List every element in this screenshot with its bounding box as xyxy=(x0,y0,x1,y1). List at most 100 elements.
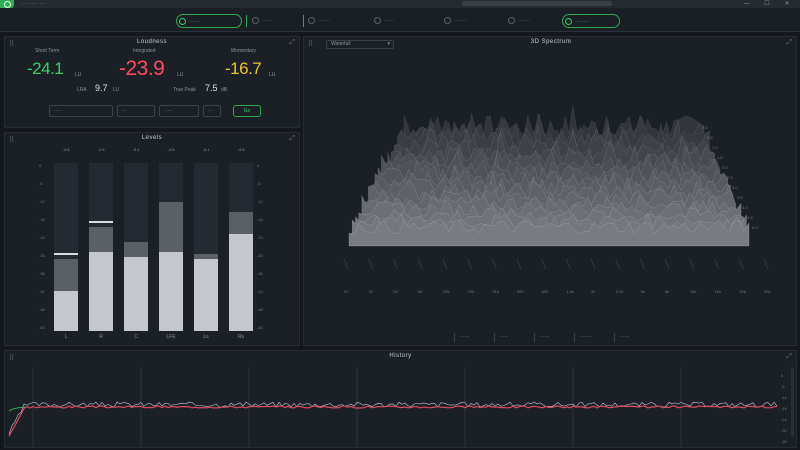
truepeak-value: 7.5 xyxy=(205,83,218,93)
level-meter-c xyxy=(124,163,148,331)
title-search-field[interactable] xyxy=(462,1,612,6)
close-button[interactable]: ✕ xyxy=(780,0,794,8)
power-icon xyxy=(565,18,572,25)
meter-top-readout: -4.8 xyxy=(237,147,245,152)
freq-gridline xyxy=(640,258,645,270)
momentary-label: Momentary xyxy=(231,48,257,54)
scale-tick-left: -36 xyxy=(39,271,45,276)
depth-tick-label: 2.0 xyxy=(722,165,728,170)
levels-title: Levels xyxy=(141,135,163,141)
history-y-tick: -24 xyxy=(781,417,788,422)
momentary-value: -16.7 xyxy=(225,59,262,78)
loudness-panel: ⠿ Loudness ⤢ Short Term -24.1 LU Integra… xyxy=(4,36,300,128)
lra-value: 9.7 xyxy=(95,83,108,93)
freq-gridline xyxy=(492,258,497,270)
meter-level-segment xyxy=(124,257,148,331)
scale-tick-left: 0 xyxy=(39,163,42,168)
spectrum-view-tab[interactable]: ······ xyxy=(574,333,597,342)
depth-tick-label: 4.0 xyxy=(742,205,748,210)
depth-tick-label: 3.0 xyxy=(732,185,738,190)
freq-gridline xyxy=(714,258,719,270)
scale-tick-right: -18 xyxy=(257,217,263,222)
spectrum-view-tab[interactable]: ···· xyxy=(494,333,514,342)
maximize-button[interactable]: ☐ xyxy=(760,0,774,8)
tab-divider xyxy=(246,15,247,27)
app-name: ···· ···· ··· xyxy=(20,1,46,7)
save-icon xyxy=(508,17,515,24)
spectrum-view-tab[interactable]: ····· xyxy=(614,333,635,342)
tab-power[interactable]: ······· xyxy=(562,14,620,28)
integrated-label: Integrated xyxy=(133,48,156,54)
freq-tick-label: 16k xyxy=(715,289,721,294)
spectrum-view-tab[interactable]: ····· xyxy=(534,333,555,342)
expand-icon[interactable]: ⤢ xyxy=(289,39,295,47)
scale-tick-left: -6 xyxy=(39,181,43,186)
tab-levels[interactable]: ····· xyxy=(250,14,302,28)
gauge-icon xyxy=(179,18,186,25)
freq-gridline xyxy=(615,258,620,270)
meter-channel-label: Rs xyxy=(237,334,245,340)
freq-gridline xyxy=(417,258,423,270)
spectrum-view-tab[interactable]: ····· xyxy=(454,333,475,342)
depth-tick-label: 1.5 xyxy=(717,155,723,160)
integrated-value: -23.9 xyxy=(119,57,165,80)
freq-gridline xyxy=(467,258,472,270)
meter-channel-label: R xyxy=(99,334,103,340)
freq-tick-label: 200 xyxy=(468,289,475,294)
window-select[interactable]: ····· xyxy=(159,105,199,117)
freq-gridline xyxy=(516,258,522,270)
scale-tick-right: -36 xyxy=(257,271,263,276)
freq-gridline xyxy=(368,258,373,270)
scale-tick-right: -42 xyxy=(257,289,263,294)
integrated-unit: LU xyxy=(177,72,184,78)
meter-top-readout: -4.9 xyxy=(97,147,105,152)
short-term-unit: LU xyxy=(75,72,82,78)
freq-gridline xyxy=(689,258,695,270)
mode-select[interactable]: ··· xyxy=(117,105,155,117)
lra-label: LRA xyxy=(77,87,87,93)
history-graph[interactable]: 0 -6 -12 -18 -24 -30 -36 xyxy=(5,351,798,449)
depth-tick-label: 2.5 xyxy=(727,175,733,180)
freq-tick-label: 8k xyxy=(665,289,669,294)
extra-select[interactable]: ··· xyxy=(203,105,221,117)
scale-tick-right: -48 xyxy=(257,307,263,312)
scale-tick-right: -24 xyxy=(257,235,263,240)
freq-tick-label: 125 xyxy=(443,289,450,294)
history-scrollbar[interactable] xyxy=(791,367,794,437)
level-meter-rs xyxy=(229,163,253,331)
levels-panel: ⠿ Levels ⤢ 0 0 -6 -6 -12 -12 -18 -18 -24 -24 -30 -3… xyxy=(4,132,300,346)
spectrum-waterfall-plot[interactable]: 20 31 50 80 125 200 315 500 800 1.2k 2k 3.1k 5k 8k 12k… xyxy=(304,37,798,347)
toolbar: ······ ····· ······ ····· ······· ······… xyxy=(0,8,800,32)
app-logo-icon xyxy=(0,0,14,8)
depth-tick-label: 3.5 xyxy=(737,195,743,200)
spectrum-icon xyxy=(308,17,315,24)
meter-peak-marker xyxy=(54,253,78,256)
truepeak-unit: dB xyxy=(221,87,228,93)
target-select[interactable]: ····· xyxy=(49,105,113,117)
tab-loudness[interactable]: ······ xyxy=(176,14,242,28)
freq-tick-label: 22k xyxy=(764,289,770,294)
level-meter-ls xyxy=(194,163,218,331)
history-y-tick: -6 xyxy=(781,384,785,389)
scale-tick-left: -24 xyxy=(39,235,45,240)
freq-tick-label: 1.2k xyxy=(566,289,574,294)
tab-save[interactable]: ······ xyxy=(506,14,556,28)
minimize-button[interactable]: — xyxy=(740,0,754,8)
scale-tick-right: -60 xyxy=(257,325,263,330)
freq-gridline xyxy=(763,258,769,270)
freq-gridline xyxy=(393,258,398,270)
freq-tick-label: 31 xyxy=(369,289,374,294)
scale-tick-left: -48 xyxy=(39,307,45,312)
tab-settings[interactable]: ······· xyxy=(442,14,496,28)
loudness-title: Loudness xyxy=(136,39,168,45)
tab-spectrum[interactable]: ······ xyxy=(306,14,368,28)
scale-tick-left: -60 xyxy=(39,325,45,330)
freq-gridline xyxy=(442,258,448,270)
freq-tick-label: 2k xyxy=(591,289,595,294)
history-y-tick: -36 xyxy=(781,439,788,444)
go-button[interactable]: Go xyxy=(233,105,261,117)
expand-icon[interactable]: ⤢ xyxy=(289,135,295,143)
tab-history[interactable]: ····· xyxy=(372,14,422,28)
freq-tick-label: 50 xyxy=(393,289,398,294)
meter-top-readout: -4.6 xyxy=(62,147,70,152)
